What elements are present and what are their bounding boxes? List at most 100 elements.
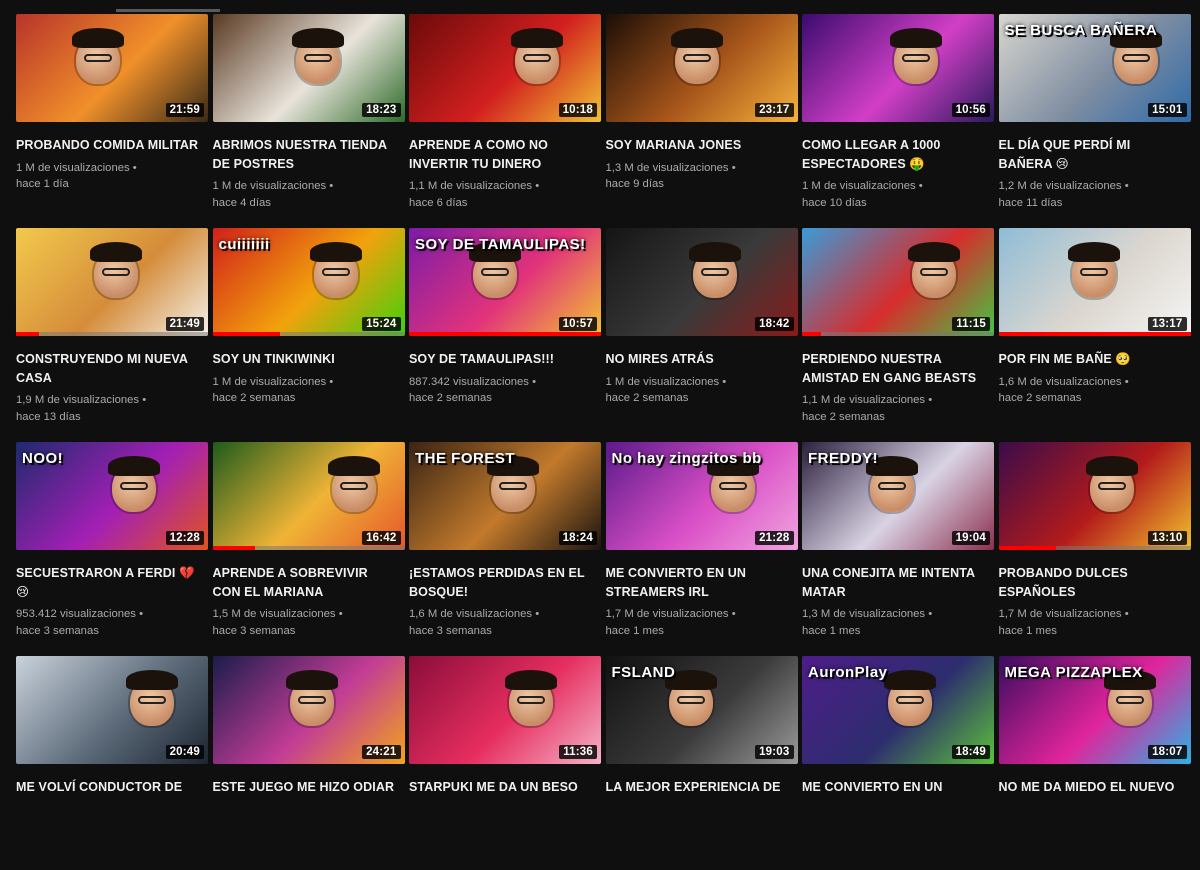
video-metadata: 1 M de visualizaciones • hace 1 día (16, 160, 208, 193)
video-thumbnail[interactable]: 11:36 (409, 656, 601, 764)
video-thumbnail[interactable]: 21:59 (16, 14, 208, 122)
video-metadata: 1,6 M de visualizaciones • hace 2 semanas (999, 374, 1191, 407)
upload-age: hace 1 mes (802, 624, 861, 637)
watch-progress-fill (212, 546, 255, 550)
video-title[interactable]: LA MEJOR EXPERIENCIA DE (606, 778, 798, 797)
watch-progress-bar (409, 332, 601, 336)
watch-progress-fill (998, 332, 1191, 336)
view-count: 1,2 M de visualizaciones (998, 180, 1122, 192)
video-thumbnail[interactable]: 10:18 (409, 14, 601, 122)
video-card[interactable]: 13:10 PROBANDO DULCES ESPAÑOLES 1,7 M de v… (998, 442, 1191, 656)
video-card[interactable]: 10:56 COMO LLEGAR A 1000 ESPECTADORES 🤑 1 … (802, 14, 994, 228)
watch-progress-bar (212, 546, 405, 550)
video-card[interactable]: SE BUSCA BAÑERA 15:01 EL DÍA QUE PERDÍ MI … (998, 14, 1191, 228)
video-card[interactable]: 13:17 POR FIN ME BAÑE 🥺 1,6 M de visualiza… (998, 228, 1191, 442)
duration-badge: 15:24 (362, 317, 401, 331)
video-title[interactable]: SOY UN TINKIWINKI (213, 350, 405, 369)
video-title[interactable]: PROBANDO COMIDA MILITAR (16, 136, 208, 155)
video-card[interactable]: cuiiiiiii 15:24 SOY UN TINKIWINKI 1 M de vi… (212, 228, 405, 442)
video-title[interactable]: SOY DE TAMAULIPAS!!! (409, 350, 601, 369)
duration-badge: 19:03 (755, 745, 794, 759)
watch-progress-fill (802, 332, 822, 336)
video-card[interactable]: SOY DE TAMAULIPAS! 10:57 SOY DE TAMAULIPAS… (409, 228, 601, 442)
video-title[interactable]: SOY MARIANA JONES (606, 136, 798, 155)
video-thumbnail[interactable]: AuronPlay 18:49 (802, 656, 994, 764)
video-thumbnail[interactable]: 10:56 (802, 14, 994, 122)
upload-age: hace 9 días (605, 178, 664, 190)
separator-dot: • (1121, 180, 1129, 192)
video-thumbnail[interactable]: SE BUSCA BAÑERA 15:01 (998, 14, 1191, 122)
separator-dot: • (728, 608, 736, 620)
video-thumbnail[interactable]: No hay zingzitos bb 21:28 (605, 442, 798, 550)
video-metadata: 1,3 M de visualizaciones • hace 9 días (606, 160, 798, 193)
video-title[interactable]: ABRIMOS NUESTRA TIENDA DE POSTRES (213, 136, 405, 173)
video-thumbnail[interactable]: 18:42 (605, 228, 798, 336)
video-thumbnail[interactable]: 23:17 (605, 14, 798, 122)
video-title[interactable]: APRENDE A COMO NO INVERTIR TU DINERO (409, 136, 601, 173)
video-thumbnail[interactable]: FSLAND 19:03 (605, 656, 798, 764)
video-thumbnail[interactable]: 13:10 (998, 442, 1191, 550)
video-title[interactable]: PERDIENDO NUESTRA AMISTAD EN GANG BEASTS (802, 350, 994, 387)
video-card[interactable]: 18:23 ABRIMOS NUESTRA TIENDA DE POSTRES 1 … (212, 14, 405, 228)
video-thumbnail[interactable]: FREDDY! 19:04 (802, 442, 994, 550)
video-thumbnail[interactable]: 16:42 (212, 442, 405, 550)
video-thumbnail[interactable]: 18:23 (212, 14, 405, 122)
video-card[interactable]: 18:42 NO MIRES ATRÁS 1 M de visualizacione… (605, 228, 798, 442)
video-title[interactable]: APRENDE A SOBREVIVIR CON EL MARIANA (213, 564, 405, 601)
video-title[interactable]: COMO LLEGAR A 1000 ESPECTADORES 🤑 (802, 136, 994, 173)
video-card[interactable]: THE FOREST 18:24 ¡ESTAMOS PERDIDAS EN EL B… (409, 442, 601, 656)
duration-badge: 19:04 (951, 531, 990, 545)
video-thumbnail[interactable]: THE FOREST 18:24 (409, 442, 601, 550)
duration-badge: 11:36 (559, 745, 597, 759)
video-card[interactable]: No hay zingzitos bb 21:28 ME CONVIERTO EN … (605, 442, 798, 656)
video-thumbnail[interactable]: 13:17 (998, 228, 1191, 336)
video-card[interactable]: MEGA PIZZAPLEX 18:07 NO ME DA MIEDO EL NUE… (998, 656, 1191, 870)
video-title[interactable]: ME VOLVÍ CONDUCTOR DE (16, 778, 208, 797)
video-card[interactable]: 21:59 PROBANDO COMIDA MILITAR 1 M de visua… (16, 14, 208, 228)
video-title[interactable]: PROBANDO DULCES ESPAÑOLES (999, 564, 1191, 601)
video-metadata (16, 802, 208, 819)
video-card[interactable]: 11:15 PERDIENDO NUESTRA AMISTAD EN GANG B… (802, 228, 994, 442)
thumbnail-caption: AuronPlay (808, 664, 888, 681)
video-thumbnail[interactable]: MEGA PIZZAPLEX 18:07 (998, 656, 1191, 764)
video-card[interactable]: AuronPlay 18:49 ME CONVIERTO EN UN (802, 656, 994, 870)
video-title[interactable]: SECUESTRARON A FERDI 💔 😢 (16, 564, 208, 601)
video-thumbnail[interactable]: NOO! 12:28 (16, 442, 208, 550)
video-card[interactable]: FSLAND 19:03 LA MEJOR EXPERIENCIA DE (605, 656, 798, 870)
video-title[interactable]: ME CONVIERTO EN UN STREAMERS IRL (606, 564, 798, 601)
video-card[interactable]: 21:49 CONSTRUYENDO MI NUEVA CASA 1,9 M de … (16, 228, 208, 442)
video-grid: 21:59 PROBANDO COMIDA MILITAR 1 M de visua… (16, 14, 1200, 870)
video-card[interactable]: 10:18 APRENDE A COMO NO INVERTIR TU DINER… (409, 14, 601, 228)
video-title[interactable]: ME CONVIERTO EN UN (802, 778, 994, 797)
video-title[interactable]: EL DÍA QUE PERDÍ MI BAÑERA 😢 (999, 136, 1191, 173)
watch-progress-bar (998, 546, 1191, 550)
video-title[interactable]: ESTE JUEGO ME HIZO ODIAR (213, 778, 405, 797)
video-title[interactable]: NO ME DA MIEDO EL NUEVO (999, 778, 1191, 797)
video-title[interactable]: CONSTRUYENDO MI NUEVA CASA (16, 350, 208, 387)
video-thumbnail[interactable]: 24:21 (212, 656, 405, 764)
creator-face-image (309, 242, 362, 298)
video-card[interactable]: NOO! 12:28 SECUESTRARON A FERDI 💔 😢 953.412… (16, 442, 208, 656)
video-title[interactable]: NO MIRES ATRÁS (606, 350, 798, 369)
video-card[interactable]: 23:17 SOY MARIANA JONES 1,3 M de visualiza… (605, 14, 798, 228)
video-card[interactable]: 24:21 ESTE JUEGO ME HIZO ODIAR (212, 656, 405, 870)
video-card[interactable]: 16:42 APRENDE A SOBREVIVIR CON EL MARIANA… (212, 442, 405, 656)
video-metadata: 1 M de visualizaciones • hace 10 días (802, 178, 994, 211)
video-card[interactable]: 11:36 STARPUKI ME DA UN BESO (409, 656, 601, 870)
watch-progress-fill (409, 332, 601, 336)
video-thumbnail[interactable]: SOY DE TAMAULIPAS! 10:57 (409, 228, 601, 336)
video-thumbnail[interactable]: 21:49 (16, 228, 208, 336)
video-title[interactable]: STARPUKI ME DA UN BESO (409, 778, 601, 797)
creator-face-image (890, 28, 942, 84)
video-title[interactable]: POR FIN ME BAÑE 🥺 (999, 350, 1191, 369)
video-title[interactable]: ¡ESTAMOS PERDIDAS EN EL BOSQUE! (409, 564, 601, 601)
duration-badge: 18:07 (1148, 745, 1187, 759)
video-card[interactable]: 20:49 ME VOLVÍ CONDUCTOR DE (16, 656, 208, 870)
upload-age: hace 3 semanas (409, 624, 492, 637)
video-card[interactable]: FREDDY! 19:04 UNA CONEJITA ME INTENTA MATA… (802, 442, 994, 656)
video-title[interactable]: UNA CONEJITA ME INTENTA MATAR (802, 564, 994, 601)
video-thumbnail[interactable]: 20:49 (16, 656, 208, 764)
duration-badge: 10:18 (558, 103, 597, 117)
video-thumbnail[interactable]: cuiiiiiii 15:24 (212, 228, 405, 336)
video-thumbnail[interactable]: 11:15 (802, 228, 994, 336)
